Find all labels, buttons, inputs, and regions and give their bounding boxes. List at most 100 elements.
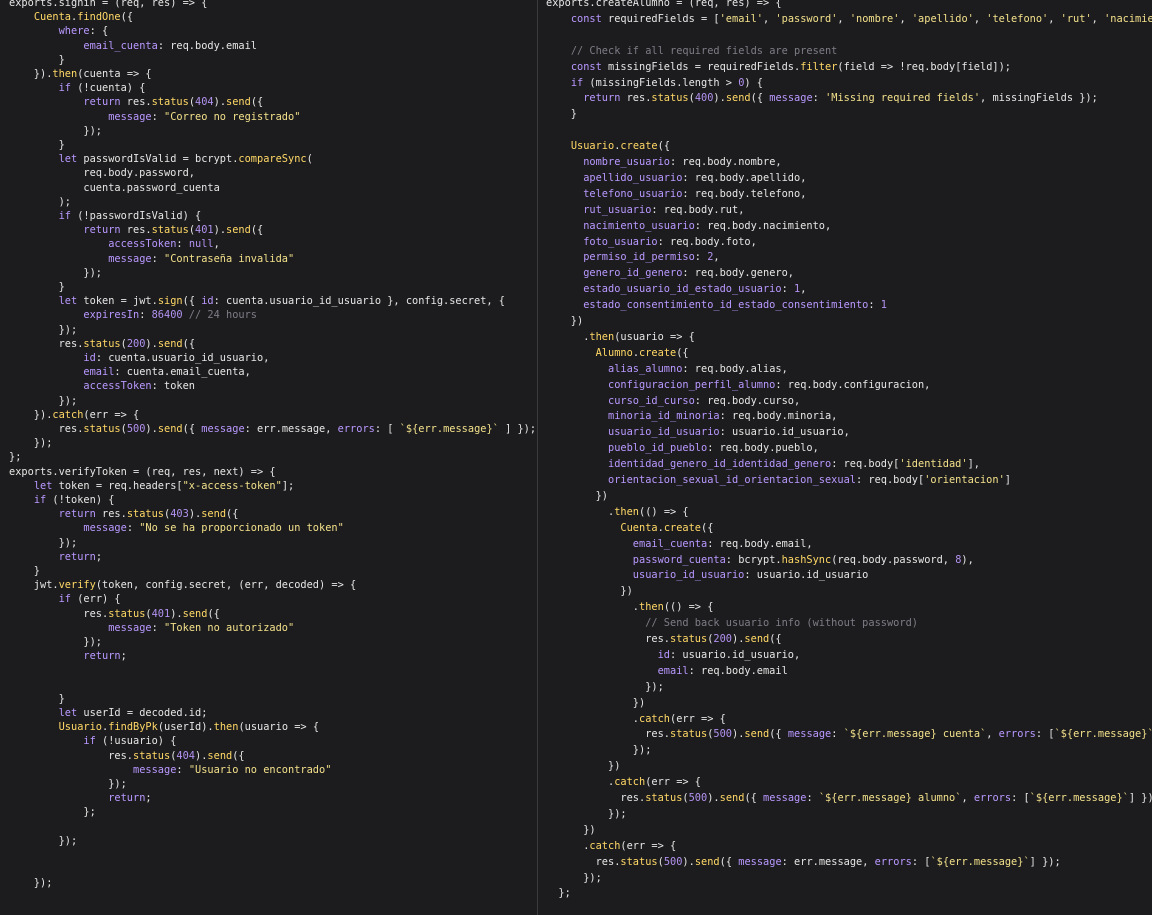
code-token: status (126, 508, 165, 521)
code-token: : cuenta.usuario_id_usuario }, config.se… (213, 295, 506, 308)
code-token: send (182, 607, 208, 620)
code-token: catch (589, 839, 621, 852)
code-line: .catch(err => { (546, 775, 701, 789)
code-token: token = req.headers[ (52, 479, 183, 492)
code-token: (err => { (670, 712, 726, 725)
code-token: ] }); (1029, 855, 1061, 868)
code-line: if (!token) { (9, 493, 115, 507)
code-token: expiresIn (83, 309, 140, 322)
code-line: email: cuenta.email_cuenta, (9, 365, 250, 379)
code-line: message: "No se ha proporcionado un toke… (9, 521, 343, 535)
code-line: return; (9, 791, 151, 805)
code-token: : (176, 763, 189, 776)
code-token: token = jwt. (77, 295, 158, 308)
left-code-pane[interactable]: exports.signin = (req, res) => { Cuenta.… (0, 0, 537, 915)
code-line: }); (9, 777, 127, 791)
code-token: (err => { (83, 408, 140, 421)
code-token: ({ (719, 855, 739, 868)
code-token: = (req, res) => { (95, 0, 208, 9)
code-line: res.status(401).send({ (9, 607, 219, 621)
code-token: `${err.message} alumno` (818, 792, 962, 804)
code-line: usuario_id_usuario: usuario.id_usuario (546, 568, 869, 582)
code-token: } (9, 53, 65, 66)
code-token: ). (682, 855, 695, 868)
code-token: status (151, 224, 189, 237)
code-token: res. (120, 224, 152, 237)
code-token: : usuario.id_usuario (744, 569, 869, 582)
code-token: : req.body.email, (707, 537, 813, 550)
code-token: res. (95, 508, 127, 521)
code-token: jwt. (9, 579, 59, 592)
code-token: , (973, 12, 987, 25)
code-token: ({ (182, 295, 202, 308)
code-token: ({ (744, 792, 764, 804)
code-token: then (614, 505, 640, 518)
code-token: ). (707, 792, 720, 804)
code-token: (!cuenta) { (71, 82, 146, 95)
code-token: message (787, 728, 832, 741)
code-token: catch (639, 712, 670, 725)
code-token: }; (9, 451, 22, 464)
code-token: Usuario (58, 721, 103, 734)
code-token: filter (800, 60, 838, 73)
code-line: ); (9, 195, 71, 209)
code-token: . (546, 601, 639, 614)
code-line: }; (9, 805, 95, 819)
code-token: genero_id_genero (583, 267, 683, 280)
code-token: findByPk (108, 721, 158, 734)
code-token: message (133, 763, 177, 776)
code-token: (token, config.secret, (err, decoded) =>… (95, 579, 357, 592)
code-token: email_cuenta (632, 537, 708, 550)
code-line: message: "Token no autorizado" (9, 621, 294, 635)
code-token: : bcrypt. (725, 553, 782, 566)
code-line: estado_usuario_id_estado_usuario: 1, (546, 282, 806, 296)
code-line: }); (9, 266, 102, 280)
code-line: }); (9, 635, 102, 649)
code-line: } (546, 107, 577, 121)
code-token: : (812, 92, 826, 105)
code-token: return (83, 96, 121, 109)
code-token: }) (546, 760, 621, 773)
right-code-pane[interactable]: exports.createAlumno = (req, res) => { c… (538, 0, 1152, 915)
code-token: return (83, 650, 121, 663)
code-line: exports.createAlumno = (req, res) => { (546, 0, 782, 10)
code-token: 'orientacion' (924, 474, 1005, 486)
code-token: return (108, 792, 146, 805)
code-line: .then(usuario => { (546, 330, 695, 344)
code-token: let (58, 707, 78, 719)
code-line: exports.verifyToken = (req, res, next) =… (9, 465, 276, 479)
code-line: }); (9, 834, 78, 848)
code-token: : (694, 251, 708, 264)
code-token: errors (998, 728, 1036, 741)
code-token: `${err.message}` (1029, 792, 1129, 804)
code-token: }); (546, 871, 602, 884)
code-line: return res.status(404).send({ (9, 95, 263, 109)
code-token: (!passwordIsValid) { (71, 210, 202, 222)
code-token: send (207, 749, 233, 762)
code-token: : (868, 299, 881, 312)
code-token: findOne (77, 11, 121, 24)
code-token: ; (120, 650, 127, 663)
code-token: ). (195, 749, 208, 762)
code-token: ], (967, 458, 980, 471)
code-line: genero_id_genero: req.body.genero, (546, 266, 794, 280)
code-token: 'nacimiento' (1104, 12, 1152, 25)
code-token: : [ (1011, 792, 1030, 804)
code-token: , (713, 251, 720, 264)
code-line: let token = req.headers["x-access-token"… (9, 479, 294, 493)
